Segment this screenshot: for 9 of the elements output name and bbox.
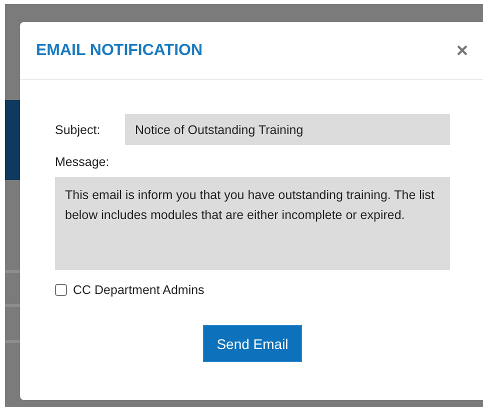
subject-field[interactable]: Notice of Outstanding Training [125, 114, 450, 145]
dialog-title: EMAIL NOTIFICATION [36, 42, 203, 60]
message-field[interactable]: This email is inform you that you have outstanding training. The list below includes modules that are either incomplete or expired. [55, 177, 450, 270]
cc-checkbox[interactable] [55, 284, 67, 296]
message-label: Message: [55, 155, 110, 169]
subject-label: Subject: [55, 122, 102, 136]
send-email-button[interactable]: Send Email [202, 325, 302, 362]
cc-label: CC Department Admins [73, 283, 204, 297]
close-button[interactable]: × [456, 40, 468, 60]
